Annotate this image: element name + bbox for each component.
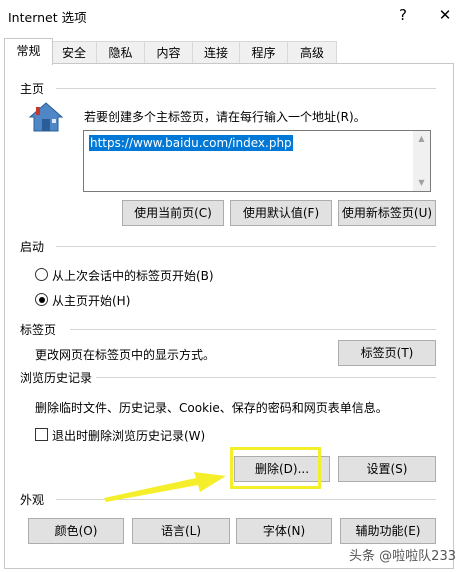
window-title: Internet 选项 — [8, 10, 87, 25]
scroll-up-icon[interactable]: ▲ — [413, 131, 430, 147]
tabs-separator — [70, 329, 436, 330]
colors-button[interactable]: 颜色(O) — [28, 518, 124, 544]
home-instruction: 若要创建多个主标签页，请在每行输入一个地址(R)。 — [84, 110, 366, 124]
startup-separator — [56, 246, 436, 247]
startup-option-last-session[interactable]: 从上次会话中的标签页开始(B) — [52, 267, 214, 284]
home-house-icon — [28, 101, 64, 136]
accessibility-button[interactable]: 辅助功能(E) — [340, 518, 436, 544]
tab-content[interactable]: 内容 — [144, 41, 193, 64]
history-separator — [96, 377, 436, 378]
tab-advanced[interactable]: 高级 — [287, 41, 337, 64]
tab-strip: 常规 安全 隐私 内容 连接 程序 高级 — [0, 38, 466, 65]
history-description: 删除临时文件、历史记录、Cookie、保存的密码和网页表单信息。 — [35, 401, 388, 415]
watermark: 头条 @啦啦队233 — [349, 549, 456, 564]
home-url-text: https://www.baidu.com/index.php — [89, 135, 293, 151]
delete-on-exit-label[interactable]: 退出时删除浏览历史记录(W) — [52, 427, 205, 444]
annotation-highlight-box — [230, 447, 321, 489]
use-current-button[interactable]: 使用当前页(C) — [122, 200, 224, 226]
title-bar: Internet 选项 ? ✕ — [0, 0, 466, 30]
use-default-button[interactable]: 使用默认值(F) — [230, 200, 332, 226]
tab-connections[interactable]: 连接 — [192, 41, 240, 64]
appearance-section-title: 外观 — [20, 493, 45, 507]
help-button[interactable]: ? — [388, 3, 418, 27]
home-url-textarea[interactable]: https://www.baidu.com/index.php ▲ ▼ — [83, 130, 431, 192]
tabs-section-title: 标签页 — [20, 323, 57, 337]
tab-privacy[interactable]: 隐私 — [96, 41, 145, 64]
fonts-button[interactable]: 字体(N) — [236, 518, 332, 544]
history-section-title: 浏览历史记录 — [20, 371, 93, 385]
use-new-tab-button[interactable]: 使用新标签页(U) — [338, 200, 436, 226]
tab-security[interactable]: 安全 — [51, 41, 97, 64]
tab-programs[interactable]: 程序 — [239, 41, 288, 64]
startup-section-title: 启动 — [20, 240, 45, 254]
home-section-title: 主页 — [20, 82, 45, 96]
languages-button[interactable]: 语言(L) — [132, 518, 230, 544]
scroll-down-icon[interactable]: ▼ — [413, 175, 430, 191]
tabs-settings-button[interactable]: 标签页(T) — [338, 340, 436, 366]
home-separator — [56, 88, 436, 89]
startup-radio-last-session[interactable] — [35, 268, 48, 281]
tab-general[interactable]: 常规 — [4, 38, 53, 65]
history-settings-button[interactable]: 设置(S) — [338, 456, 436, 482]
tabs-description: 更改网页在标签页中的显示方式。 — [35, 348, 216, 362]
startup-radio-home[interactable] — [35, 293, 48, 306]
annotation-arrow-icon — [100, 468, 230, 507]
delete-on-exit-checkbox[interactable] — [35, 428, 48, 441]
home-url-scrollbar[interactable]: ▲ ▼ — [413, 131, 430, 191]
close-button[interactable]: ✕ — [430, 3, 460, 27]
startup-option-home[interactable]: 从主页开始(H) — [52, 292, 130, 309]
